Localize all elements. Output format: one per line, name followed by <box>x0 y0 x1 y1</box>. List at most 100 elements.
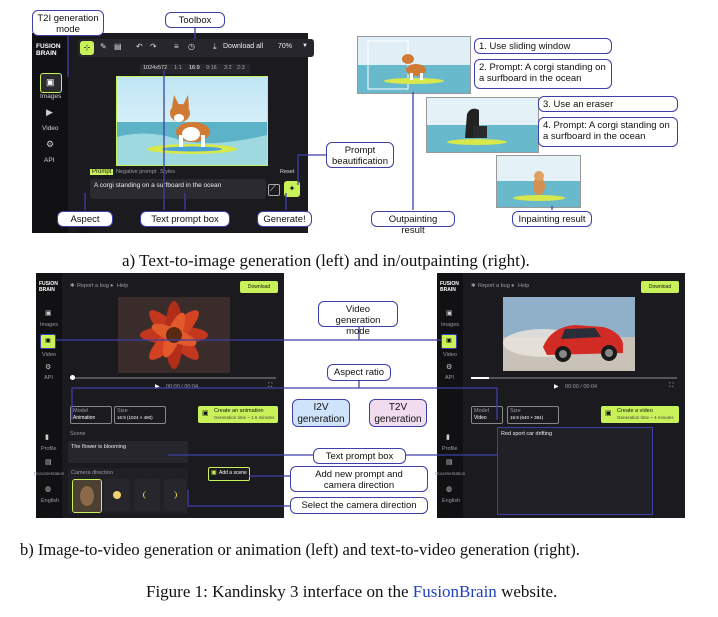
report-bug-link[interactable]: Report a bug <box>77 283 109 289</box>
ratio-16-9[interactable]: 16:9 <box>189 65 200 71</box>
model-select[interactable]: Model Video <box>471 406 503 424</box>
aspect-selector: 1024x572 1:1 16:9 9:16 3:2 2:3 <box>140 64 250 74</box>
camera-thumb-zoom[interactable] <box>104 479 130 511</box>
step-1: 1. Use sliding window <box>474 38 612 54</box>
size-readout: 1024x572 <box>143 65 168 71</box>
clock-icon[interactable]: ◷ <box>188 42 195 51</box>
time-readout: 00:00 / 00:04 <box>565 384 598 390</box>
sidebar-label-video: Video <box>42 125 59 132</box>
bug-icon: ✱ <box>471 283 476 289</box>
image-icon: ▣ <box>46 77 55 87</box>
sidebar-label-images: Images <box>40 93 62 100</box>
ratio-3-2[interactable]: 3:2 <box>224 65 232 71</box>
sidebar-item-video-right[interactable]: ▣ <box>441 334 457 349</box>
sidebar: FUSION BRAIN ▣ Images Video ⚙ API ▮ Prof… <box>34 273 64 518</box>
select-tool-button[interactable]: ⊹ <box>80 41 94 55</box>
sidebar-label-profile: Profile <box>442 446 458 452</box>
image-upload-icon[interactable]: ▤ <box>114 42 122 51</box>
fusionbrain-link[interactable]: FusionBrain <box>413 582 497 601</box>
api-icon[interactable]: ⚙ <box>446 363 452 371</box>
tab-styles[interactable]: Styles <box>160 169 175 175</box>
sidebar: FUSION BRAIN ▣ Images Video ⚙ API ▮ Prof… <box>435 273 465 518</box>
timeline-thumb[interactable] <box>70 375 75 380</box>
docs-icon[interactable]: ▤ <box>446 458 453 466</box>
size-select[interactable]: Size 16:9 (1024 × 480) <box>114 406 166 424</box>
tab-prompt[interactable]: Prompt <box>90 169 114 175</box>
fullscreen-icon[interactable]: ⛶ <box>669 383 673 390</box>
api-icon[interactable]: ⚙ <box>46 139 54 150</box>
prompt-input[interactable]: A corgi standing on a surfboard in the o… <box>90 179 266 199</box>
camera-thumb-selected[interactable] <box>72 479 102 513</box>
download-all-button[interactable]: Download all <box>223 43 263 50</box>
sidebar-label-english: English <box>41 498 60 504</box>
prompt-text: A corgi standing on a surfboard in the o… <box>94 182 222 189</box>
annotation-toolbox: Toolbox <box>165 12 225 28</box>
profile-icon[interactable]: ▮ <box>446 433 450 441</box>
globe-icon[interactable]: ◍ <box>446 485 452 493</box>
beautify-button[interactable]: ⟋ <box>268 184 280 196</box>
fusionbrain-logo: FUSION BRAIN <box>440 281 459 293</box>
timeline[interactable] <box>471 377 677 379</box>
size-value: 16:9 (1024 × 480) <box>117 415 153 420</box>
sidebar-label-images: Images <box>441 322 460 328</box>
bug-icon: ✱ <box>70 283 75 289</box>
filter-icon[interactable]: ≡ <box>174 42 179 51</box>
download-button[interactable]: Download <box>641 281 679 293</box>
ratio-9-16[interactable]: 9:16 <box>206 65 217 71</box>
chevron-down-icon[interactable]: ▼ <box>302 43 308 49</box>
play-icon[interactable]: ▶ <box>155 383 160 390</box>
help-link[interactable]: Help <box>117 283 128 289</box>
undo-icon[interactable]: ↶ <box>136 42 143 51</box>
create-sub: Generation time ~ 1.5 minutes <box>214 415 275 420</box>
ratio-1-1[interactable]: 1:1 <box>174 65 182 71</box>
brush-icon[interactable]: ✎ <box>100 42 107 51</box>
help-icon: ● <box>511 283 515 289</box>
figure-caption-prefix: Figure 1: Kandinsky 3 interface on the <box>146 582 413 601</box>
model-value: Video <box>474 415 487 421</box>
api-icon[interactable]: ⚙ <box>45 363 51 371</box>
model-label: Model <box>474 408 489 414</box>
camera-thumb-pan-right[interactable] <box>164 479 186 511</box>
create-sub: Generation time ~ 4 minutes <box>617 415 674 420</box>
download-button[interactable]: Download <box>240 281 278 293</box>
create-animation-button[interactable]: ▣ Create an animation Generation time ~ … <box>198 406 278 423</box>
camera-direction-label: Camera direction <box>71 470 113 476</box>
zoom-select[interactable]: 70% <box>278 43 292 50</box>
t2v-prompt-input[interactable]: Red sport car drifting <box>497 427 653 515</box>
image-icon[interactable]: ▣ <box>45 309 52 317</box>
sidebar-item-images[interactable]: ▣ <box>40 73 62 93</box>
redo-icon[interactable]: ↷ <box>150 42 157 51</box>
add-scene-button[interactable]: ▣ Add a scene <box>208 467 250 481</box>
create-video-button[interactable]: ▣ Create a video Generation time ~ 4 min… <box>601 406 679 423</box>
figure-caption-suffix: website. <box>496 582 558 601</box>
report-bug-link[interactable]: Report a bug <box>478 283 510 289</box>
image-icon[interactable]: ▣ <box>446 309 453 317</box>
annotation-i2v: I2V generation <box>292 399 350 427</box>
timeline[interactable] <box>70 377 276 379</box>
inpaint-result-image <box>496 155 581 208</box>
video-icon[interactable]: ▶ <box>46 107 53 118</box>
generated-image[interactable] <box>116 76 268 166</box>
play-icon[interactable]: ▶ <box>554 383 559 390</box>
camera-thumb-pan-left[interactable] <box>134 479 160 511</box>
globe-icon[interactable]: ◍ <box>45 485 51 493</box>
size-select[interactable]: Size 16:9 (640 × 384) <box>507 406 559 424</box>
size-value: 16:9 (640 × 384) <box>510 415 544 420</box>
fullscreen-icon[interactable]: ⛶ <box>268 383 272 390</box>
reset-button[interactable]: Reset <box>280 169 294 175</box>
tab-negative-prompt[interactable]: Negative prompt <box>116 169 156 175</box>
docs-icon[interactable]: ▤ <box>45 458 52 466</box>
generate-button[interactable]: ✦ <box>284 181 300 197</box>
t2i-screenshot: FUSION BRAIN ▣ Images ▶ Video ⚙ API ⊹ ✎ … <box>32 33 314 233</box>
profile-icon[interactable]: ▮ <box>45 433 49 441</box>
car-image <box>503 297 635 371</box>
annotation-aspect: Aspect ratio <box>57 211 113 236</box>
help-link[interactable]: Help <box>518 283 529 289</box>
model-select[interactable]: Model Animation <box>70 406 112 424</box>
ratio-2-3[interactable]: 2:3 <box>237 65 245 71</box>
sidebar-label-english: English <box>442 498 461 504</box>
caption-b: b) Image-to-video generation or animatio… <box>20 540 580 559</box>
sidebar-item-video-left[interactable]: ▣ <box>40 334 56 349</box>
scene-prompt-input[interactable]: The flower is blooming <box>68 441 188 463</box>
add-scene-label: Add a scene <box>219 470 247 476</box>
